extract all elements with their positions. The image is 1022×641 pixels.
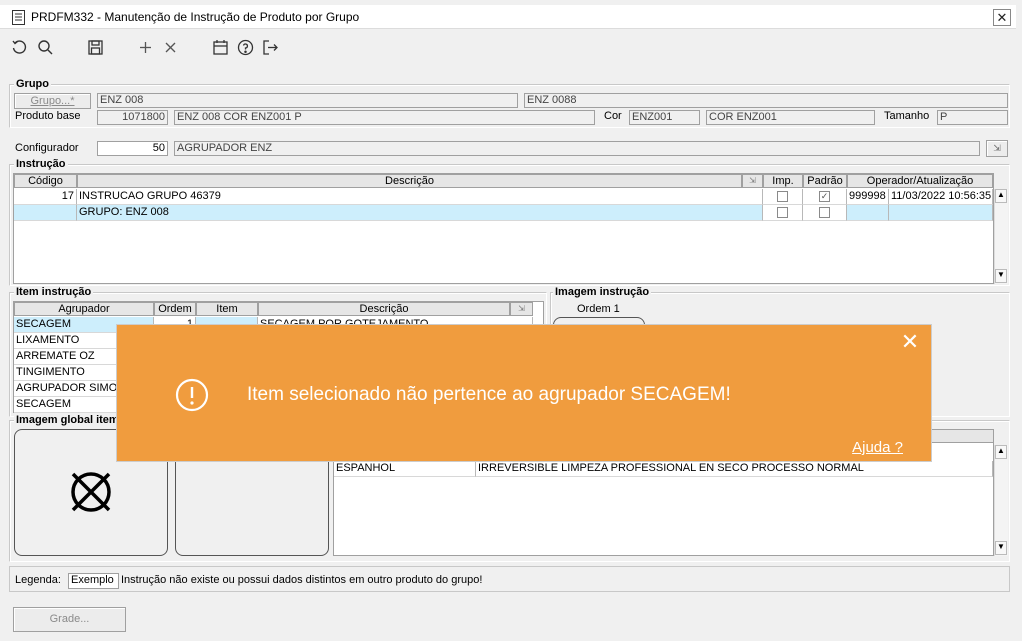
cor-code: ENZ001 <box>629 110 700 125</box>
idiomas-scrollbar[interactable] <box>994 445 1008 556</box>
search-icon[interactable] <box>35 37 55 57</box>
tamanho-value: P <box>937 110 1008 125</box>
grupo-code-field: ENZ 008 <box>97 93 518 108</box>
instrucao-section-title: Instrução <box>14 158 68 170</box>
scroll-up-icon[interactable]: ▲ <box>995 445 1007 459</box>
item-header-expand-icon[interactable]: ⇲ <box>510 302 533 316</box>
imp-checkbox[interactable] <box>777 191 788 202</box>
imagem-ordem-label: Ordem 1 <box>577 303 620 315</box>
produto-base-label: Produto base <box>15 110 81 122</box>
configurador-input[interactable]: 50 <box>97 141 168 156</box>
idioma-cell[interactable]: ESPANHOL <box>334 461 476 477</box>
instrucao-imp-cell <box>763 205 803 221</box>
instrucao-header-descricao[interactable]: Descrição <box>77 174 742 188</box>
item-header-ordem[interactable]: Ordem <box>154 302 196 316</box>
item-header-descricao[interactable]: Descrição <box>258 302 510 316</box>
instrucao-header-imp[interactable]: Imp. <box>763 174 803 188</box>
imp-checkbox[interactable] <box>777 207 788 218</box>
grupo-code2-field: ENZ 0088 <box>524 93 1008 108</box>
table-row[interactable]: GRUPO: ENZ 008 <box>14 205 993 221</box>
produto-base-code: 1071800 <box>97 110 168 125</box>
cor-label: Cor <box>604 110 622 122</box>
app-document-icon <box>12 10 25 25</box>
instrucao-header-codigo[interactable]: Código <box>14 174 77 188</box>
instrucao-descricao-cell: INSTRUCAO GRUPO 46379 <box>77 189 763 205</box>
instrucao-imp-cell <box>763 189 803 205</box>
instrucao-codigo-cell: 17 <box>14 189 77 205</box>
instrucao-padrao-cell <box>803 205 847 221</box>
grupo-button[interactable]: Grupo...* <box>14 93 91 109</box>
grupo-section-title: Grupo <box>14 78 51 90</box>
item-header-agrupador[interactable]: Agrupador <box>14 302 154 316</box>
warning-toast: Item selecionado não pertence ao agrupad… <box>116 324 932 462</box>
instrucao-header-expand-icon[interactable]: ⇲ <box>742 174 763 188</box>
table-row[interactable]: 17 INSTRUCAO GRUPO 46379 ✓ 999998 11/03/… <box>14 189 993 205</box>
legenda-example: Exemplo <box>68 573 119 589</box>
idioma-texto-cell[interactable]: IRREVERSIBLE LIMPEZA PROFESSIONAL EN SEC… <box>476 461 993 477</box>
save-icon[interactable] <box>85 37 105 57</box>
legenda-text: Instrução não existe ou possui dados dis… <box>121 574 483 586</box>
imagem-global-section-title: Imagem global item <box>14 414 121 426</box>
delete-icon[interactable] <box>160 37 180 57</box>
title-bar: PRDFM332 - Manutenção de Instrução de Pr… <box>0 5 1016 29</box>
item-instrucao-section-title: Item instrução <box>14 286 94 298</box>
produto-base-desc: ENZ 008 COR ENZ001 P <box>174 110 595 125</box>
toast-help-link[interactable]: Ajuda ? <box>852 439 903 456</box>
scroll-down-icon[interactable]: ▼ <box>995 541 1007 555</box>
scroll-up-icon[interactable]: ▲ <box>995 189 1007 203</box>
instrucao-codigo-cell <box>14 205 77 221</box>
scroll-down-icon[interactable]: ▼ <box>995 269 1007 283</box>
toast-message: Item selecionado não pertence ao agrupad… <box>247 384 731 405</box>
tamanho-label: Tamanho <box>884 110 930 122</box>
instrucao-data-cell <box>889 205 993 221</box>
exit-icon[interactable] <box>260 37 280 57</box>
instrucao-header-operador[interactable]: Operador/Atualização <box>847 174 993 188</box>
padrao-checkbox[interactable] <box>819 207 830 218</box>
calendar-icon[interactable] <box>210 37 230 57</box>
do-not-dryclean-icon <box>71 472 111 512</box>
configurador-desc: AGRUPADOR ENZ <box>174 141 980 156</box>
instrucao-descricao-cell: GRUPO: ENZ 008 <box>77 205 763 221</box>
configurador-lookup-button[interactable]: ⇲ <box>986 140 1008 157</box>
toast-close-icon[interactable]: ✕ <box>899 331 921 353</box>
add-icon[interactable] <box>135 37 155 57</box>
cor-desc: COR ENZ001 <box>706 110 875 125</box>
exclamation-circle-icon <box>175 378 209 412</box>
help-icon[interactable] <box>235 37 255 57</box>
grade-button[interactable]: Grade... <box>13 607 126 632</box>
instrucao-header-padrao[interactable]: Padrão <box>803 174 847 188</box>
padrao-checkbox-checked[interactable]: ✓ <box>819 191 830 202</box>
window-close-button[interactable]: ✕ <box>993 9 1011 26</box>
refresh-icon[interactable] <box>9 37 29 57</box>
legenda-label: Legenda: <box>15 574 61 586</box>
instrucao-operador-cell: 999998 <box>847 189 889 205</box>
instrucao-operador-cell <box>847 205 889 221</box>
instrucao-padrao-cell: ✓ <box>803 189 847 205</box>
configurador-label: Configurador <box>15 142 79 154</box>
instrucao-data-cell: 11/03/2022 10:56:35 <box>889 189 993 205</box>
item-header-item[interactable]: Item <box>196 302 258 316</box>
imagem-instrucao-section-title: Imagem instrução <box>553 286 652 298</box>
window-title: PRDFM332 - Manutenção de Instrução de Pr… <box>31 10 360 24</box>
idiomas-header-empty[interactable] <box>930 429 994 443</box>
